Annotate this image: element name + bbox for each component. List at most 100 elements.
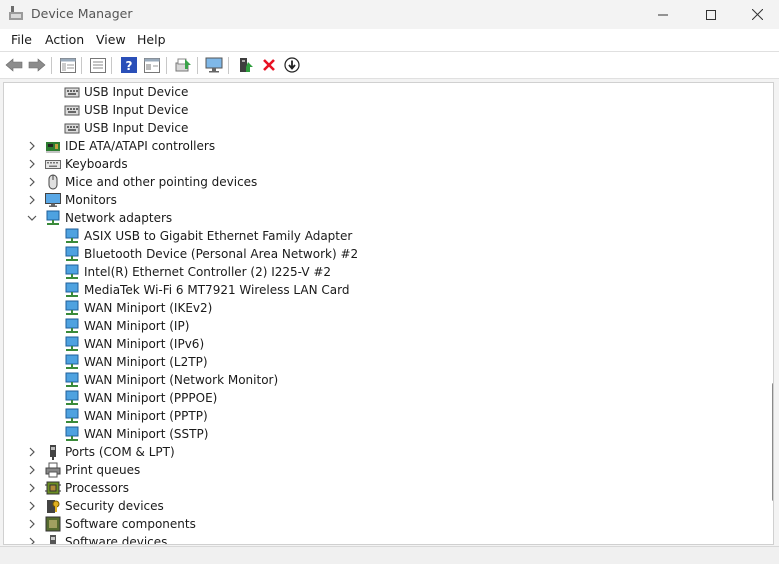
expand-chevron-icon[interactable] <box>26 157 38 171</box>
expand-chevron-icon[interactable] <box>26 499 38 513</box>
tree-item-label: USB Input Device <box>84 103 189 117</box>
tree-view-icon[interactable] <box>58 55 78 75</box>
tree-category-label: Software components <box>65 517 196 531</box>
scrollbar-thumb[interactable] <box>772 383 773 501</box>
tree-category-ide[interactable]: IDE ATA/ATAPI controllers <box>4 137 764 155</box>
tree-item-usb-input-device[interactable]: USB Input Device <box>4 119 764 137</box>
maximize-button[interactable] <box>688 0 734 29</box>
expand-chevron-icon[interactable] <box>26 193 38 207</box>
minimize-button[interactable] <box>640 0 686 29</box>
tree-category-mice[interactable]: Mice and other pointing devices <box>4 173 764 191</box>
tree-category-keyboards[interactable]: Keyboards <box>4 155 764 173</box>
update-driver-icon[interactable] <box>236 55 256 75</box>
tree-category-print-queues[interactable]: Print queues <box>4 461 764 479</box>
tree-category-security-devices[interactable]: Security devices <box>4 497 764 515</box>
tree-item-network-adapter[interactable]: Bluetooth Device (Personal Area Network)… <box>4 245 764 263</box>
software-device-icon <box>45 534 61 544</box>
title-bar: Device Manager <box>0 0 779 29</box>
tree-category-label: Security devices <box>65 499 164 513</box>
scan-icon[interactable] <box>173 55 193 75</box>
tree-item-network-adapter[interactable]: WAN Miniport (PPTP) <box>4 407 764 425</box>
processor-icon <box>45 480 61 496</box>
tree-item-network-adapter[interactable]: WAN Miniport (PPPOE) <box>4 389 764 407</box>
uninstall-icon[interactable] <box>259 55 279 75</box>
network-adapter-icon <box>64 336 80 352</box>
tree-category-network-adapters[interactable]: Network adapters <box>4 209 764 227</box>
device-view-icon[interactable] <box>142 55 162 75</box>
tree-item-label: Intel(R) Ethernet Controller (2) I225-V … <box>84 265 332 279</box>
network-adapter-icon <box>64 426 80 442</box>
disable-icon[interactable] <box>282 55 302 75</box>
tree-item-label: WAN Miniport (IPv6) <box>84 337 205 351</box>
hid-device-icon <box>64 84 80 100</box>
network-adapter-icon <box>45 210 61 226</box>
hid-device-icon <box>64 102 80 118</box>
port-icon <box>45 444 61 460</box>
tree-item-label: Bluetooth Device (Personal Area Network)… <box>84 247 359 261</box>
tree-item-network-adapter[interactable]: WAN Miniport (IP) <box>4 317 764 335</box>
tree-item-label: WAN Miniport (IP) <box>84 319 190 333</box>
menu-action[interactable]: Action <box>45 32 84 47</box>
network-adapter-icon <box>64 246 80 262</box>
tree-item-network-adapter[interactable]: WAN Miniport (SSTP) <box>4 425 764 443</box>
forward-icon[interactable] <box>27 55 47 75</box>
tree-category-label: Monitors <box>65 193 117 207</box>
collapse-chevron-icon[interactable] <box>26 211 38 225</box>
tree-category-processors[interactable]: Processors <box>4 479 764 497</box>
tree-item-network-adapter[interactable]: WAN Miniport (L2TP) <box>4 353 764 371</box>
menu-help[interactable]: Help <box>137 32 166 47</box>
help-icon[interactable]: ? <box>119 55 139 75</box>
menu-view[interactable]: View <box>96 32 126 47</box>
expand-chevron-icon[interactable] <box>26 445 38 459</box>
tree-category-label: Software devices <box>65 535 168 545</box>
tree-item-label: USB Input Device <box>84 121 189 135</box>
expand-chevron-icon[interactable] <box>26 535 38 544</box>
tree-item-label: MediaTek Wi-Fi 6 MT7921 Wireless LAN Car… <box>84 283 350 297</box>
properties-icon[interactable] <box>88 55 108 75</box>
window-title: Device Manager <box>31 6 133 21</box>
expand-chevron-icon[interactable] <box>26 517 38 531</box>
monitor-icon <box>45 192 61 208</box>
tree-item-network-adapter[interactable]: ASIX USB to Gigabit Ethernet Family Adap… <box>4 227 764 245</box>
tree-category-ports[interactable]: Ports (COM & LPT) <box>4 443 764 461</box>
ide-controller-icon <box>45 138 61 154</box>
network-adapter-icon <box>64 264 80 280</box>
tree-item-network-adapter[interactable]: Intel(R) Ethernet Controller (2) I225-V … <box>4 263 764 281</box>
network-adapter-icon <box>64 372 80 388</box>
toolbar: ? <box>0 51 779 79</box>
printer-icon <box>45 462 61 478</box>
tree-category-label: Processors <box>65 481 130 495</box>
tree-item-label: USB Input Device <box>84 85 189 99</box>
tree-item-label: WAN Miniport (PPPOE) <box>84 391 218 405</box>
menu-bar: File Action View Help <box>0 29 779 51</box>
tree-item-network-adapter[interactable]: WAN Miniport (Network Monitor) <box>4 371 764 389</box>
tree-category-label: IDE ATA/ATAPI controllers <box>65 139 216 153</box>
tree-category-software-devices[interactable]: Software devices <box>4 533 764 545</box>
tree-category-software-components[interactable]: Software components <box>4 515 764 533</box>
tree-category-label: Keyboards <box>65 157 128 171</box>
expand-chevron-icon[interactable] <box>26 139 38 153</box>
menu-file[interactable]: File <box>11 32 32 47</box>
close-button[interactable] <box>734 0 779 29</box>
monitor-icon[interactable] <box>204 55 224 75</box>
tree-category-monitors[interactable]: Monitors <box>4 191 764 209</box>
software-component-icon <box>45 516 61 532</box>
mouse-icon <box>45 174 61 190</box>
tree-item-network-adapter[interactable]: WAN Miniport (IPv6) <box>4 335 764 353</box>
tree-category-label: Mice and other pointing devices <box>65 175 258 189</box>
tree-item-label: WAN Miniport (SSTP) <box>84 427 209 441</box>
network-adapter-icon <box>64 318 80 334</box>
network-adapter-icon <box>64 300 80 316</box>
back-icon[interactable] <box>4 55 24 75</box>
device-tree[interactable]: USB Input Device USB Input Device USB In… <box>3 82 774 545</box>
tree-category-label: Network adapters <box>65 211 173 225</box>
network-adapter-icon <box>64 228 80 244</box>
expand-chevron-icon[interactable] <box>26 463 38 477</box>
tree-item-network-adapter[interactable]: MediaTek Wi-Fi 6 MT7921 Wireless LAN Car… <box>4 281 764 299</box>
expand-chevron-icon[interactable] <box>26 481 38 495</box>
security-device-icon <box>45 498 61 514</box>
tree-item-usb-input-device[interactable]: USB Input Device <box>4 101 764 119</box>
tree-item-network-adapter[interactable]: WAN Miniport (IKEv2) <box>4 299 764 317</box>
expand-chevron-icon[interactable] <box>26 175 38 189</box>
tree-item-usb-input-device[interactable]: USB Input Device <box>4 83 764 101</box>
